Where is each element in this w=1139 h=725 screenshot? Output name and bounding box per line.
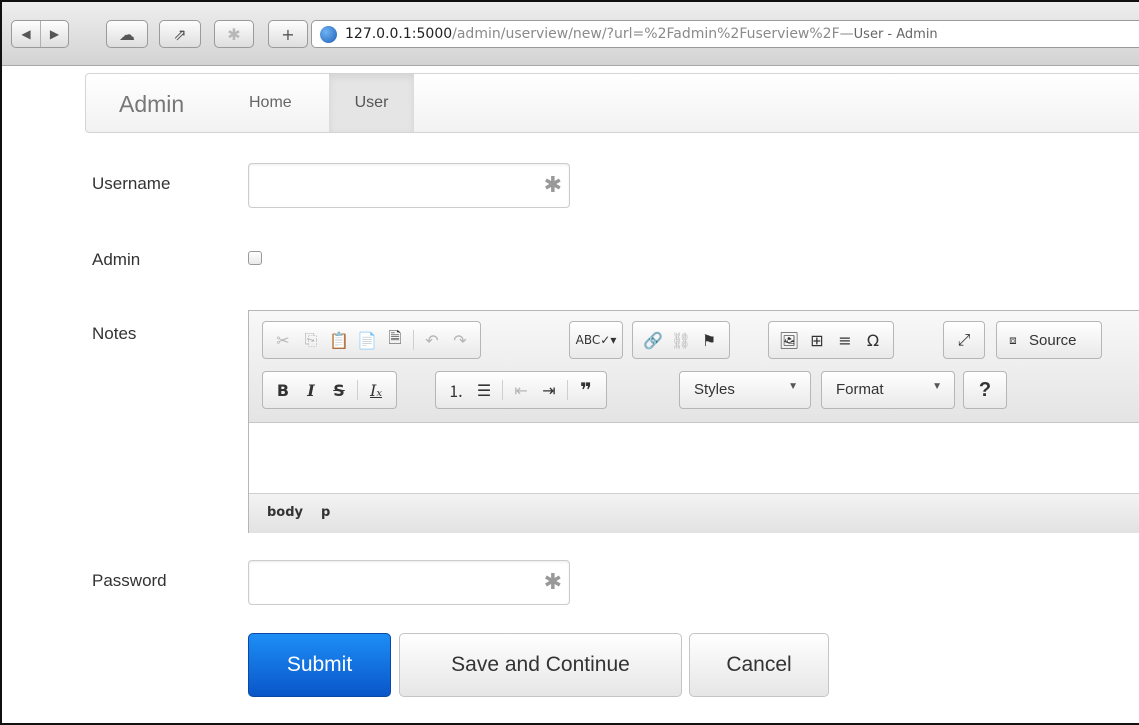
notes-label: Notes [92,324,137,343]
password-label: Password [92,571,167,590]
required-icon: ✱ [543,173,562,198]
table-icon[interactable]: ⊞ [803,326,831,354]
admin-checkbox[interactable] [248,251,262,265]
special-char-icon[interactable]: Ω [859,326,887,354]
url-host: 127.0.0.1:5000 [345,26,453,42]
share-icon[interactable]: ⇗ [159,20,201,48]
source-label: Source [1029,331,1077,349]
settings-icon[interactable]: ✱ [214,20,254,48]
styles-label: Styles [694,381,735,398]
image-icon[interactable]: 🖼 [775,326,803,354]
insert-group: 🖼 ⊞ ≡ Ω [768,321,894,359]
format-dropdown[interactable]: Format ▼ [821,371,955,409]
spellcheck-icon[interactable]: ABC✓▾ [576,326,617,354]
remove-format-icon[interactable]: Iₓ [362,376,390,404]
cancel-button[interactable]: Cancel [689,633,829,697]
horizontal-rule-icon[interactable]: ≡ [831,326,859,354]
path-item-p[interactable]: p [321,505,330,520]
blockquote-icon[interactable]: ❞ [572,376,600,404]
forward-icon[interactable]: ▶ [40,21,68,47]
bulleted-list-icon[interactable]: ☰ [470,376,498,404]
clipboard-group: ✂ ⎘ 📋 📄 🗎 ↶ ↷ [262,321,481,359]
source-icon: ⧈ [1009,332,1017,347]
maximize-group: ⤢ [943,321,985,359]
source-button[interactable]: ⧈ Source [996,321,1102,359]
anchor-icon[interactable]: ⚑ [695,326,723,354]
outdent-icon[interactable]: ⇤ [507,376,535,404]
editor-content[interactable] [249,423,1139,493]
bold-icon[interactable]: B [269,376,297,404]
back-forward-buttons: ◀ ▶ [11,20,69,48]
required-icon: ✱ [543,570,562,595]
chevron-down-icon: ▼ [788,381,798,392]
back-icon[interactable]: ◀ [12,21,40,47]
link-icon[interactable]: 🔗 [639,326,667,354]
username-label: Username [92,174,171,193]
nav-link-user[interactable]: User [329,74,414,132]
admin-label: Admin [92,250,141,269]
paste-word-icon[interactable]: 🗎 [381,326,409,354]
italic-icon[interactable]: I [297,376,325,404]
submit-button[interactable]: Submit [248,633,391,697]
new-tab-icon[interactable]: + [268,20,308,48]
styles-dropdown[interactable]: Styles ▼ [679,371,811,409]
paste-icon[interactable]: 📋 [325,326,353,354]
address-bar[interactable]: 127.0.0.1:5000 /admin/userview/new/?url=… [311,20,1139,48]
toolbar-divider [502,380,503,400]
spellcheck-group: ABC✓▾ [569,321,623,359]
paste-text-icon[interactable]: 📄 [353,326,381,354]
elements-path: body p [249,493,1139,533]
password-field[interactable]: ✱ [248,560,570,605]
indent-icon[interactable]: ⇥ [535,376,563,404]
title-separator: — [839,26,854,42]
path-item-body[interactable]: body [267,505,303,520]
toolbar-divider [567,380,568,400]
redo-icon[interactable]: ↷ [446,326,474,354]
toolbar-divider [413,330,414,350]
rich-text-editor: ✂ ⎘ 📋 📄 🗎 ↶ ↷ ABC✓▾ 🔗 ⛓ ⚑ 🖼 ⊞ ≡ Ω ⤢ ⧈ So… [248,310,1139,533]
link-group: 🔗 ⛓ ⚑ [632,321,730,359]
browser-toolbar: ◀ ▶ ☁ ⇗ ✱ + 127.0.0.1:5000 /admin/uservi… [2,2,1139,66]
nav-link-home[interactable]: Home [233,74,308,132]
format-label: Format [836,381,884,398]
help-button[interactable]: ? [963,371,1007,409]
strike-icon[interactable]: S [325,376,353,404]
cloud-icon[interactable]: ☁ [106,20,148,48]
undo-icon[interactable]: ↶ [418,326,446,354]
page-title: User - Admin [853,26,938,42]
basic-style-group: B I S Iₓ [262,371,397,409]
copy-icon[interactable]: ⎘ [297,326,325,354]
list-group: ⒈ ☰ ⇤ ⇥ ❞ [435,371,607,409]
username-field[interactable]: ✱ [248,163,570,208]
chevron-down-icon: ▼ [932,381,942,392]
cut-icon[interactable]: ✂ [269,326,297,354]
navbar: Admin Home User [85,73,1139,133]
unlink-icon[interactable]: ⛓ [667,326,695,354]
globe-icon [320,25,337,43]
url-path: /admin/userview/new/?url=%2Fadmin%2Fuser… [452,26,840,42]
toolbar-divider [357,380,358,400]
help-icon: ? [978,378,992,401]
numbered-list-icon[interactable]: ⒈ [442,376,470,404]
navbar-brand[interactable]: Admin [119,91,184,118]
editor-toolbar: ✂ ⎘ 📋 📄 🗎 ↶ ↷ ABC✓▾ 🔗 ⛓ ⚑ 🖼 ⊞ ≡ Ω ⤢ ⧈ So… [249,311,1139,423]
save-and-continue-button[interactable]: Save and Continue [399,633,682,697]
maximize-icon[interactable]: ⤢ [950,326,978,354]
